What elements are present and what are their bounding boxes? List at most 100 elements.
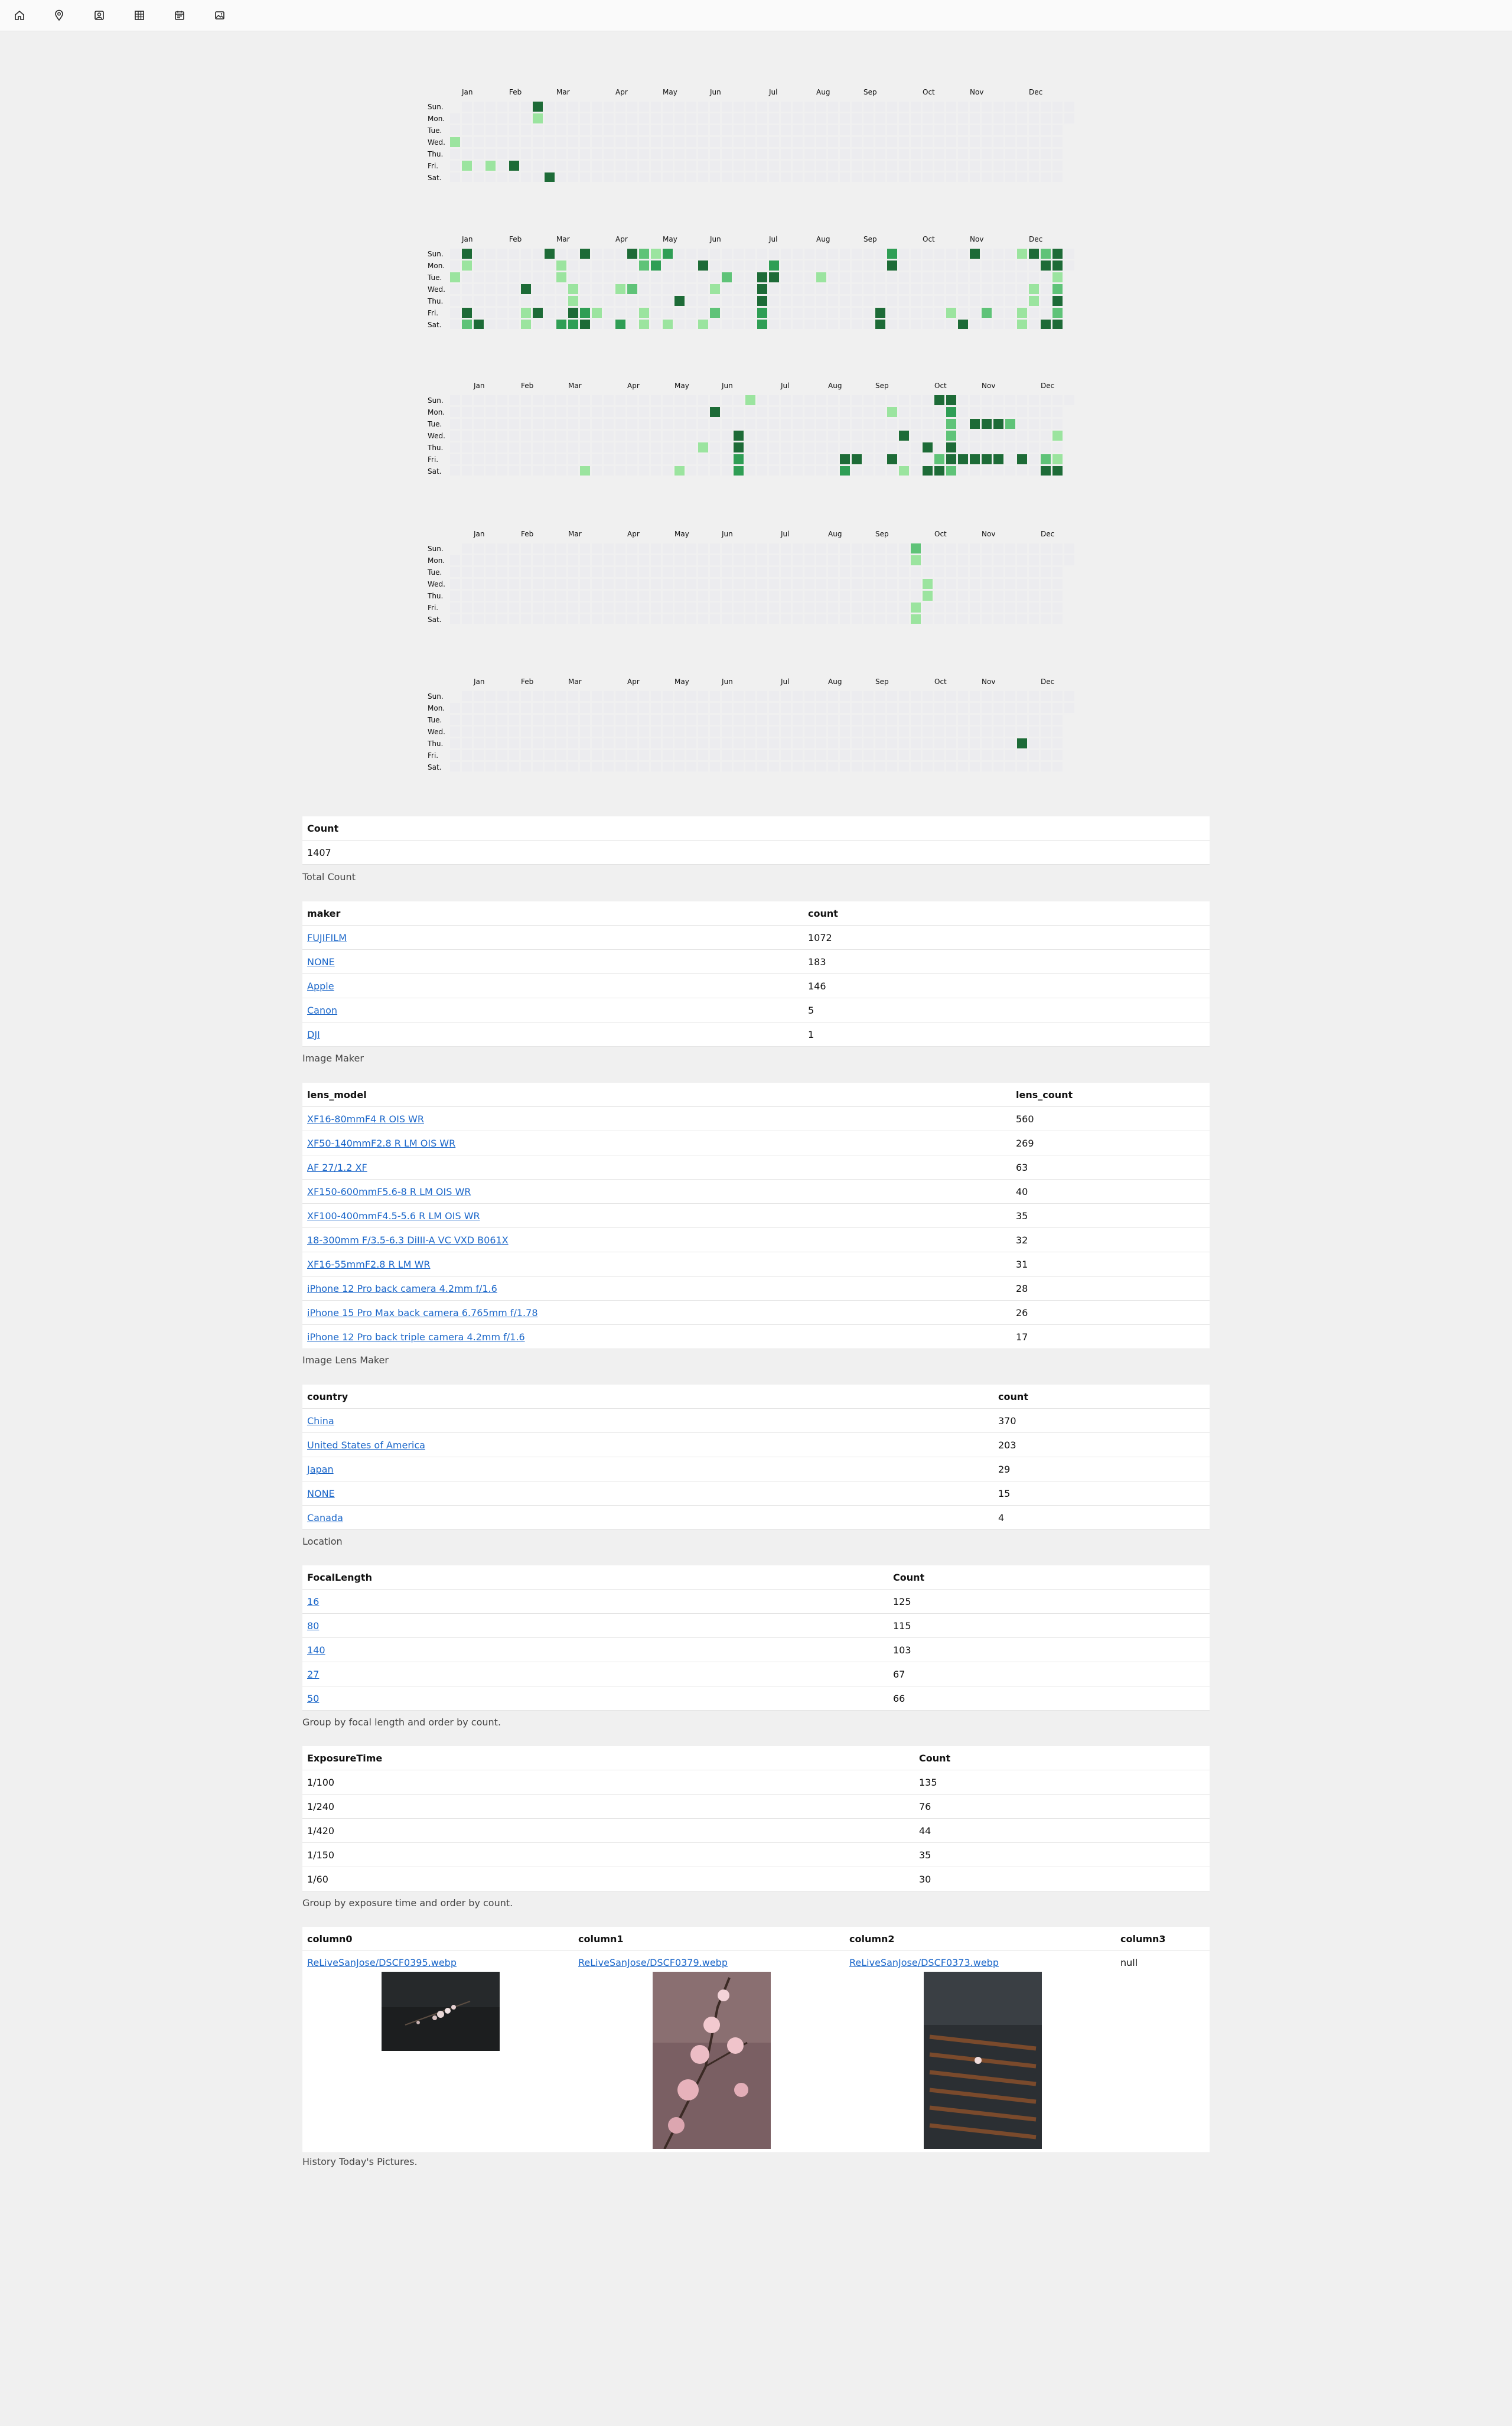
day-cell[interactable] xyxy=(698,614,708,624)
day-cell[interactable] xyxy=(863,555,874,565)
day-cell[interactable] xyxy=(651,567,661,577)
day-cell[interactable] xyxy=(804,284,814,294)
day-cell[interactable] xyxy=(816,137,826,147)
day-cell[interactable] xyxy=(875,113,885,123)
day-cell[interactable] xyxy=(970,567,980,577)
day-cell[interactable] xyxy=(745,750,755,760)
day-cell[interactable] xyxy=(781,102,791,112)
day-cell[interactable] xyxy=(840,249,850,259)
day-cell[interactable] xyxy=(674,149,685,159)
day-cell[interactable] xyxy=(509,320,519,329)
day-cell[interactable] xyxy=(793,149,803,159)
day-cell[interactable] xyxy=(615,249,625,259)
day-cell[interactable] xyxy=(545,442,555,452)
day-cell[interactable] xyxy=(769,567,779,577)
day-cell[interactable] xyxy=(887,249,897,259)
day-cell[interactable] xyxy=(615,407,625,417)
day-cell[interactable] xyxy=(946,172,956,182)
day-cell[interactable] xyxy=(533,750,543,760)
focal-length-link[interactable]: 140 xyxy=(307,1645,325,1656)
day-cell[interactable] xyxy=(840,161,850,171)
day-cell[interactable] xyxy=(875,172,885,182)
day-cell[interactable] xyxy=(911,750,921,760)
day-cell[interactable] xyxy=(521,738,531,748)
day-cell[interactable] xyxy=(1017,603,1027,613)
day-cell[interactable] xyxy=(923,260,933,271)
day-cell[interactable] xyxy=(615,260,625,271)
day-cell[interactable] xyxy=(934,260,944,271)
day-cell[interactable] xyxy=(663,715,673,725)
day-cell[interactable] xyxy=(875,419,885,429)
day-cell[interactable] xyxy=(663,113,673,123)
day-cell[interactable] xyxy=(710,466,720,476)
day-cell[interactable] xyxy=(923,272,933,282)
day-cell[interactable] xyxy=(840,113,850,123)
day-cell[interactable] xyxy=(1052,466,1063,476)
day-cell[interactable] xyxy=(875,161,885,171)
focal-length-link[interactable]: 27 xyxy=(307,1669,319,1680)
day-cell[interactable] xyxy=(686,431,696,441)
day-cell[interactable] xyxy=(958,125,968,135)
day-cell[interactable] xyxy=(474,296,484,306)
day-cell[interactable] xyxy=(592,555,602,565)
day-cell[interactable] xyxy=(568,395,578,405)
day-cell[interactable] xyxy=(556,703,566,713)
day-cell[interactable] xyxy=(993,555,1003,565)
day-cell[interactable] xyxy=(545,113,555,123)
day-cell[interactable] xyxy=(450,407,460,417)
day-cell[interactable] xyxy=(604,137,614,147)
day-cell[interactable] xyxy=(863,260,874,271)
day-cell[interactable] xyxy=(946,296,956,306)
day-cell[interactable] xyxy=(757,149,767,159)
day-cell[interactable] xyxy=(875,466,885,476)
day-cell[interactable] xyxy=(769,296,779,306)
day-cell[interactable] xyxy=(887,172,897,182)
day-cell[interactable] xyxy=(485,125,496,135)
day-cell[interactable] xyxy=(970,320,980,329)
day-cell[interactable] xyxy=(592,395,602,405)
day-cell[interactable] xyxy=(923,102,933,112)
day-cell[interactable] xyxy=(509,738,519,748)
day-cell[interactable] xyxy=(497,137,507,147)
day-cell[interactable] xyxy=(545,727,555,737)
day-cell[interactable] xyxy=(509,454,519,464)
day-cell[interactable] xyxy=(887,703,897,713)
day-cell[interactable] xyxy=(627,567,637,577)
day-cell[interactable] xyxy=(781,308,791,318)
day-cell[interactable] xyxy=(462,419,472,429)
day-cell[interactable] xyxy=(604,727,614,737)
day-cell[interactable] xyxy=(840,691,850,701)
day-cell[interactable] xyxy=(875,284,885,294)
day-cell[interactable] xyxy=(568,272,578,282)
day-cell[interactable] xyxy=(911,466,921,476)
day-cell[interactable] xyxy=(982,161,992,171)
day-cell[interactable] xyxy=(958,442,968,452)
day-cell[interactable] xyxy=(485,272,496,282)
day-cell[interactable] xyxy=(887,738,897,748)
day-cell[interactable] xyxy=(639,603,649,613)
day-cell[interactable] xyxy=(533,762,543,771)
day-cell[interactable] xyxy=(757,431,767,441)
day-cell[interactable] xyxy=(1041,567,1051,577)
day-cell[interactable] xyxy=(899,466,909,476)
day-cell[interactable] xyxy=(958,727,968,737)
country-link[interactable]: United States of America xyxy=(307,1440,425,1451)
day-cell[interactable] xyxy=(828,579,838,589)
day-cell[interactable] xyxy=(993,407,1003,417)
day-cell[interactable] xyxy=(745,308,755,318)
day-cell[interactable] xyxy=(946,591,956,601)
day-cell[interactable] xyxy=(781,249,791,259)
day-cell[interactable] xyxy=(651,260,661,271)
day-cell[interactable] xyxy=(509,113,519,123)
day-cell[interactable] xyxy=(757,543,767,553)
day-cell[interactable] xyxy=(556,407,566,417)
day-cell[interactable] xyxy=(710,762,720,771)
day-cell[interactable] xyxy=(462,543,472,553)
day-cell[interactable] xyxy=(769,555,779,565)
day-cell[interactable] xyxy=(509,567,519,577)
day-cell[interactable] xyxy=(840,750,850,760)
day-cell[interactable] xyxy=(1017,137,1027,147)
day-cell[interactable] xyxy=(781,149,791,159)
day-cell[interactable] xyxy=(828,750,838,760)
day-cell[interactable] xyxy=(911,395,921,405)
